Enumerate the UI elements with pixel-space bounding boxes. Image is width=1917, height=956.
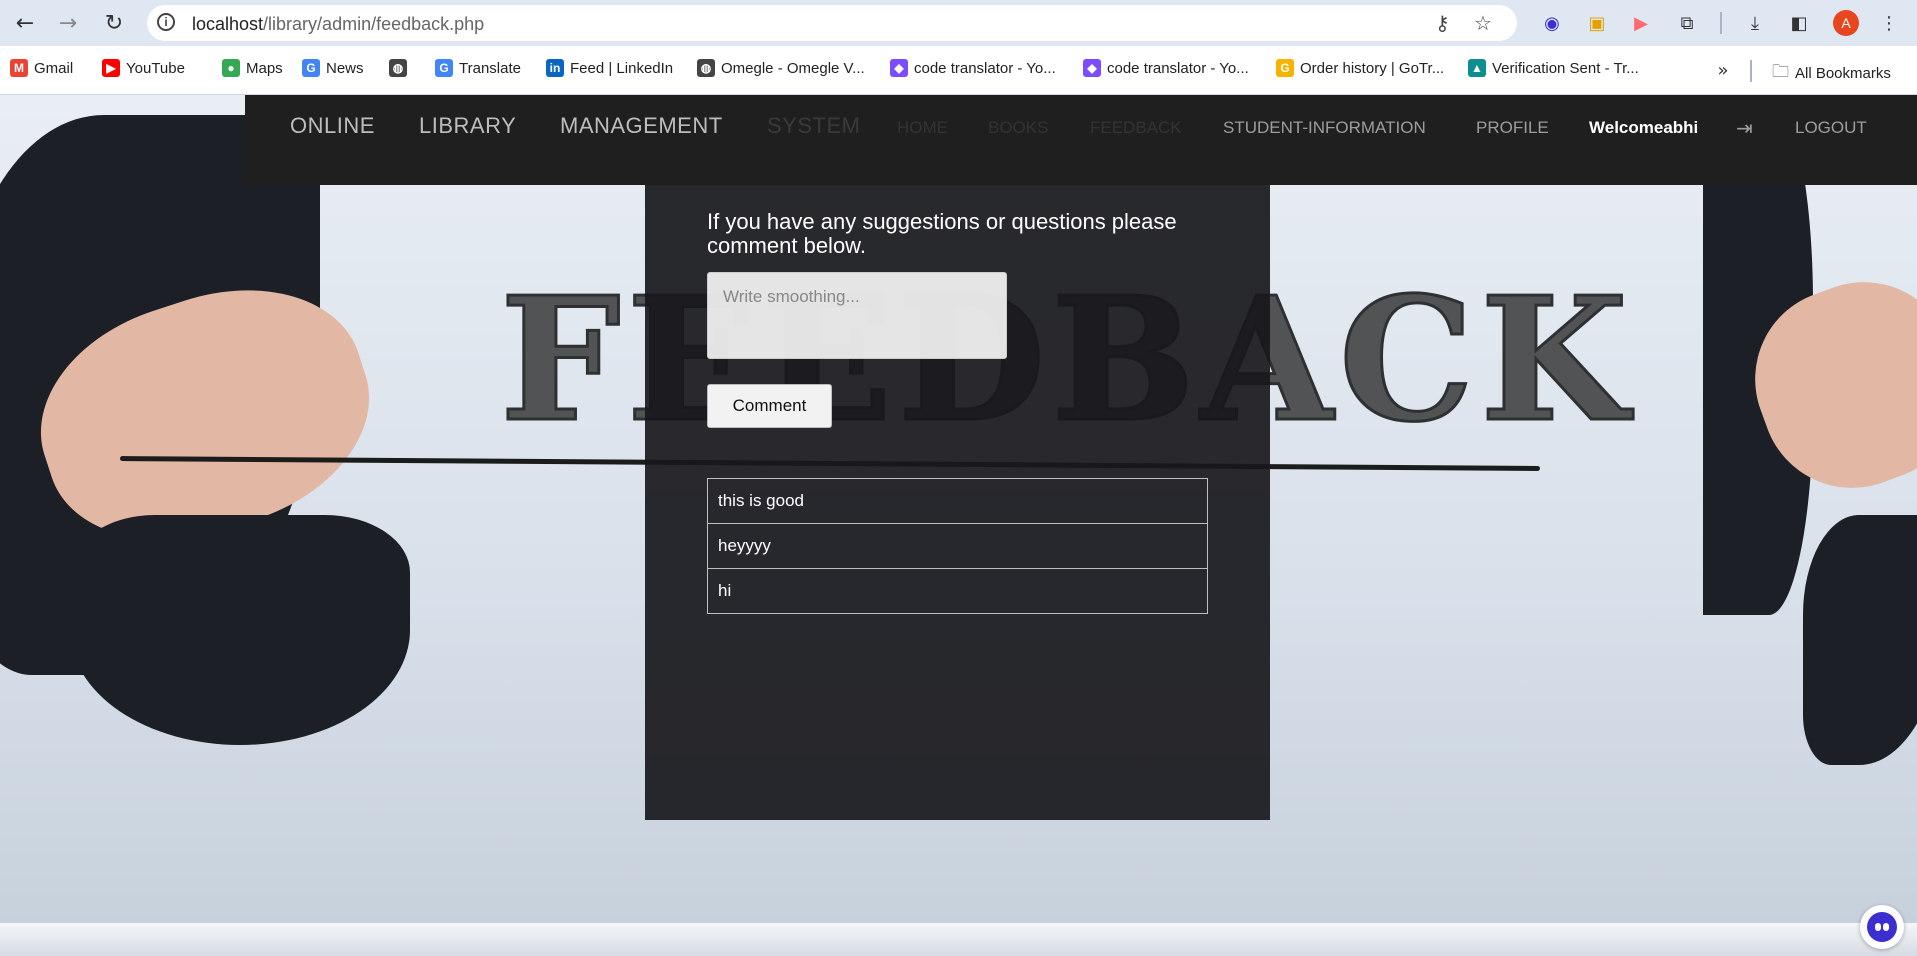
feedback-textarea[interactable] [707,272,1007,359]
table-row: this is good [707,478,1208,524]
nav-welcome-user[interactable]: Welcomeabhi [1589,118,1698,138]
nav-logout[interactable]: LOGOUT [1795,118,1867,138]
bookmark-favicon-icon: G [302,59,320,77]
bookmarks-divider [1750,60,1752,82]
bookmark-label: Feed | LinkedIn [570,59,674,77]
url-host: localhost [192,14,264,34]
bookmark-favicon-icon: ◆ [890,59,908,77]
bookmark-favicon-icon: ◆ [1083,59,1101,77]
url-text[interactable]: localhost/library/admin/feedback.php [192,14,484,35]
background-sleeve-right [1803,515,1917,765]
folder-icon: 🗀 [1772,62,1789,82]
site-navbar: ONLINE LIBRARY MANAGEMENT SYSTEM HOME BO… [245,95,1917,185]
bookmark-label: Gmail [34,59,74,77]
all-bookmarks[interactable]: 🗀 All Bookmarks [1772,59,1891,88]
bookmark-label: Translate [459,59,521,77]
profile-avatar[interactable]: A [1833,10,1859,36]
brand-system[interactable]: SYSTEM [767,113,860,139]
page-bottom-strip [0,923,1917,956]
download-icon[interactable]: ⤓ [1742,10,1768,36]
nav-home[interactable]: HOME [897,118,948,138]
bookmark-label: YouTube [126,59,185,77]
background-sleeve-left [70,515,410,745]
bookmark-item[interactable]: ◆ code translator - Yo... [890,59,1056,77]
password-key-icon[interactable]: ⚷ [1435,11,1450,35]
bookmark-favicon-icon: ● [222,59,240,77]
bookmark-item[interactable]: G Translate [435,59,521,77]
bookmark-favicon-icon: ◍ [389,59,407,77]
bookmark-favicon-icon: ▶ [102,59,120,77]
page-viewport: FEEDBACK If you have any suggestions or … [0,95,1917,956]
extension-folder-icon[interactable]: ▣ [1584,10,1610,36]
bookmark-item[interactable]: ▶ YouTube [102,59,185,77]
bookmarks-bar: » 🗀 All Bookmarks M Gmail ▶ YouTube ● Maps G Ne… [0,46,1917,95]
bookmark-label: Verification Sent - Tr... [1492,59,1639,77]
bookmark-label: code translator - Yo... [1107,59,1249,77]
comment-cell: heyyyy [707,523,1208,569]
toolbar-divider [1720,12,1722,34]
nav-books[interactable]: BOOKS [988,118,1048,138]
assistant-icon [1867,912,1897,942]
assistant-floating-button[interactable] [1860,905,1904,949]
comment-button[interactable]: Comment [707,384,832,428]
bookmark-label: News [326,59,364,77]
bookmark-item[interactable]: ● Maps [222,59,283,77]
bookmark-favicon-icon: M [10,59,28,77]
nav-feedback[interactable]: FEEDBACK [1090,118,1182,138]
table-row: heyyyy [707,523,1208,569]
bookmark-item[interactable]: ▲ Verification Sent - Tr... [1468,59,1639,77]
feedback-heading: If you have any suggestions or questions… [707,209,1177,258]
bookmark-item[interactable]: ◍ Omegle - Omegle V... [697,59,865,77]
feedback-panel: If you have any suggestions or questions… [645,95,1270,820]
bookmark-favicon-icon: in [546,59,564,77]
brand-library[interactable]: LIBRARY [419,113,516,139]
reload-icon[interactable]: ↻ [99,8,129,38]
brand-online[interactable]: ONLINE [290,113,375,139]
bookmark-favicon-icon: ◍ [697,59,715,77]
bookmark-item[interactable]: G Order history | GoTr... [1276,59,1444,77]
menu-kebab-icon[interactable]: ⋮ [1876,10,1902,36]
nav-student-information[interactable]: STUDENT-INFORMATION [1223,118,1426,138]
star-icon[interactable]: ☆ [1474,11,1492,35]
comment-cell: hi [707,568,1208,614]
more-bookmarks-chevron-icon[interactable]: » [1710,57,1736,83]
address-bar[interactable]: i localhost/library/admin/feedback.php ⚷… [147,5,1517,41]
bookmark-label: Order history | GoTr... [1300,59,1445,77]
bookmark-favicon-icon: G [1276,59,1294,77]
nav-profile[interactable]: PROFILE [1476,118,1549,138]
extension-video-icon[interactable]: ▶ [1628,10,1654,36]
side-panel-icon[interactable]: ◧ [1786,10,1812,36]
bookmark-item[interactable]: G News [302,59,364,77]
brand-management[interactable]: MANAGEMENT [560,113,723,139]
logout-icon[interactable]: ⇥ [1736,116,1753,140]
bookmark-item[interactable]: ◆ code translator - Yo... [1083,59,1249,77]
bookmark-label: Omegle - Omegle V... [721,59,865,77]
bookmark-item[interactable]: M Gmail [10,59,73,77]
background-image-repeat [1703,95,1917,923]
extension-assistant-icon[interactable]: ◉ [1539,10,1565,36]
site-info-icon[interactable]: i [157,13,175,31]
bookmark-item[interactable]: ◍ [389,59,407,77]
browser-toolbar: ← → ↻ i localhost/library/admin/feedback… [0,0,1917,46]
forward-icon[interactable]: → [53,8,83,38]
table-row: hi [707,568,1208,614]
url-path: /library/admin/feedback.php [263,14,485,34]
bookmark-favicon-icon: G [435,59,453,77]
bookmark-label: Maps [246,59,283,77]
comment-cell: this is good [707,478,1208,524]
extensions-puzzle-icon[interactable]: ⧉ [1674,10,1700,36]
bookmark-label: code translator - Yo... [914,59,1056,77]
bookmark-item[interactable]: in Feed | LinkedIn [546,59,673,77]
bookmark-favicon-icon: ▲ [1468,59,1486,77]
comments-table: this is good heyyyy hi [707,478,1208,614]
all-bookmarks-label: All Bookmarks [1795,65,1891,82]
back-icon[interactable]: ← [10,8,40,38]
